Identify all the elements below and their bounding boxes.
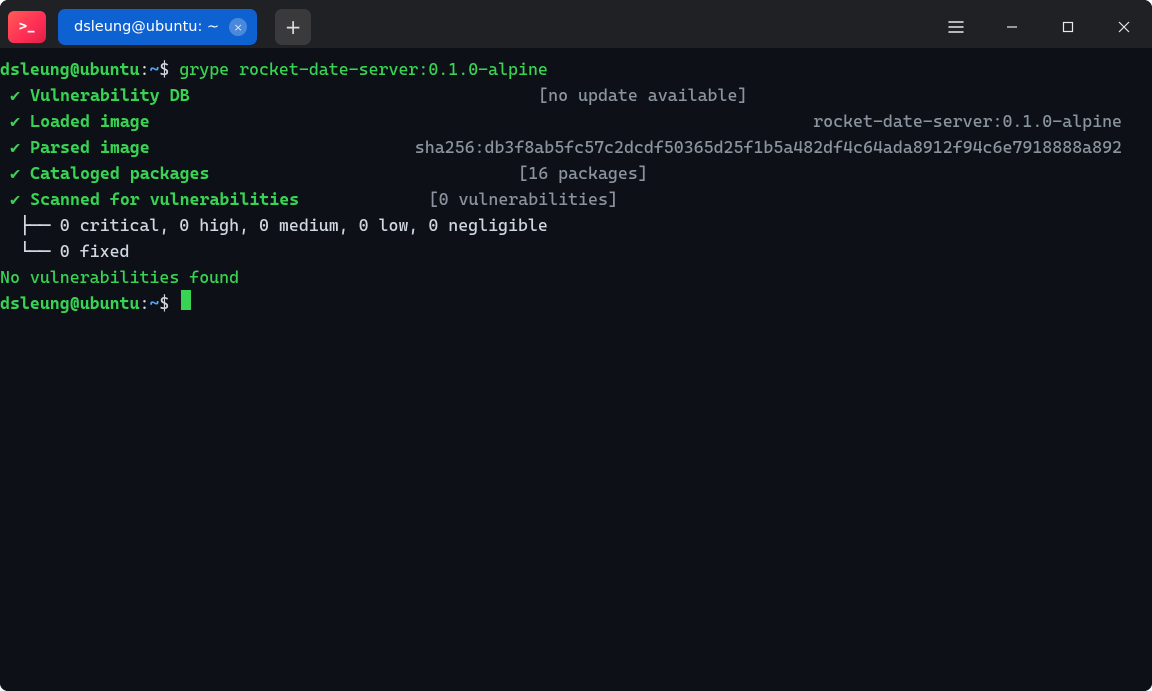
plus-icon: + bbox=[285, 15, 302, 39]
check-icon: ✔ bbox=[0, 85, 30, 105]
prompt-cwd: ~ bbox=[149, 56, 159, 82]
status-line-left: ✔ Cataloged packages [16 packages] bbox=[0, 160, 648, 186]
tab-title: dsleung@ubuntu: ~ bbox=[74, 19, 219, 35]
minimize-button[interactable] bbox=[984, 6, 1040, 48]
close-button[interactable] bbox=[1096, 6, 1152, 48]
maximize-icon bbox=[1061, 20, 1075, 34]
prompt-user-host: dsleung@ubuntu bbox=[0, 290, 139, 316]
result-text: No vulnerabilities found bbox=[0, 264, 239, 290]
check-icon: ✔ bbox=[0, 163, 30, 183]
status-label: Loaded image bbox=[30, 111, 329, 131]
prompt-sep2: $ bbox=[159, 290, 179, 316]
status-label: Parsed image bbox=[30, 137, 329, 157]
close-icon bbox=[1117, 20, 1131, 34]
status-line-left: ✔ Scanned for vulnerabilities [0 vulnera… bbox=[0, 186, 618, 212]
status-line-left: ✔ Vulnerability DB [no update available] bbox=[0, 82, 747, 108]
tree-line: └── 0 fixed bbox=[0, 238, 1152, 264]
check-icon: ✔ bbox=[0, 111, 30, 131]
prompt-cwd: ~ bbox=[149, 290, 159, 316]
status-line-left: ✔ Loaded image bbox=[0, 108, 329, 134]
status-line: ✔ Cataloged packages [16 packages] bbox=[0, 160, 1152, 186]
prompt-sep1: : bbox=[139, 290, 149, 316]
status-label: Cataloged packages bbox=[30, 163, 329, 183]
cursor bbox=[181, 290, 191, 310]
result-line: No vulnerabilities found bbox=[0, 264, 1152, 290]
prompt-sep2: $ bbox=[159, 56, 169, 82]
status-label: Scanned for vulnerabilities bbox=[30, 189, 329, 209]
check-icon: ✔ bbox=[0, 137, 30, 157]
command-text: grype rocket-date-server:0.1.0-alpine bbox=[169, 56, 548, 82]
terminal-body[interactable]: dsleung@ubuntu:~$ grype rocket-date-serv… bbox=[0, 56, 1152, 691]
hamburger-icon bbox=[948, 21, 964, 33]
status-line-left: ✔ Parsed image bbox=[0, 134, 329, 160]
tree-line: ├── 0 critical, 0 high, 0 medium, 0 low,… bbox=[0, 212, 1152, 238]
minimize-icon bbox=[1005, 20, 1019, 34]
terminal-window: >_ dsleung@ubuntu: ~ × + dsleung bbox=[0, 0, 1152, 691]
new-tab-button[interactable]: + bbox=[275, 9, 311, 45]
titlebar: >_ dsleung@ubuntu: ~ × + bbox=[0, 0, 1152, 48]
status-info-left: [16 packages] bbox=[518, 163, 648, 183]
tab-active[interactable]: dsleung@ubuntu: ~ × bbox=[58, 9, 257, 45]
command-line-empty[interactable]: dsleung@ubuntu:~$ bbox=[0, 290, 1152, 316]
tree-text: ├── 0 critical, 0 high, 0 medium, 0 low,… bbox=[0, 212, 548, 238]
check-icon: ✔ bbox=[0, 189, 30, 209]
status-info-right: sha256:db3f8ab5fc57c2dcdf50365d25f1b5a48… bbox=[415, 134, 1122, 160]
window-controls bbox=[928, 6, 1152, 48]
status-label: Vulnerability DB bbox=[30, 85, 329, 105]
status-line: ✔ Parsed image sha256:db3f8ab5fc57c2dcdf… bbox=[0, 134, 1152, 160]
command-line: dsleung@ubuntu:~$ grype rocket-date-serv… bbox=[0, 56, 1152, 82]
status-line: ✔ Vulnerability DB [no update available] bbox=[0, 82, 1152, 108]
close-icon: × bbox=[233, 22, 242, 33]
app-icon-glyph: >_ bbox=[19, 19, 35, 35]
prompt-user-host: dsleung@ubuntu bbox=[0, 56, 139, 82]
status-info-left: [0 vulnerabilities] bbox=[429, 189, 618, 209]
status-line: ✔ Scanned for vulnerabilities [0 vulnera… bbox=[0, 186, 1152, 212]
menu-button[interactable] bbox=[928, 6, 984, 48]
status-line: ✔ Loaded image rocket-date-server:0.1.0-… bbox=[0, 108, 1152, 134]
tree-text: └── 0 fixed bbox=[0, 238, 130, 264]
status-info-left: [no update available] bbox=[538, 85, 747, 105]
prompt-sep1: : bbox=[139, 56, 149, 82]
maximize-button[interactable] bbox=[1040, 6, 1096, 48]
tab-close-button[interactable]: × bbox=[229, 18, 247, 36]
app-icon[interactable]: >_ bbox=[8, 11, 46, 43]
status-info-right: rocket-date-server:0.1.0-alpine bbox=[813, 108, 1122, 134]
